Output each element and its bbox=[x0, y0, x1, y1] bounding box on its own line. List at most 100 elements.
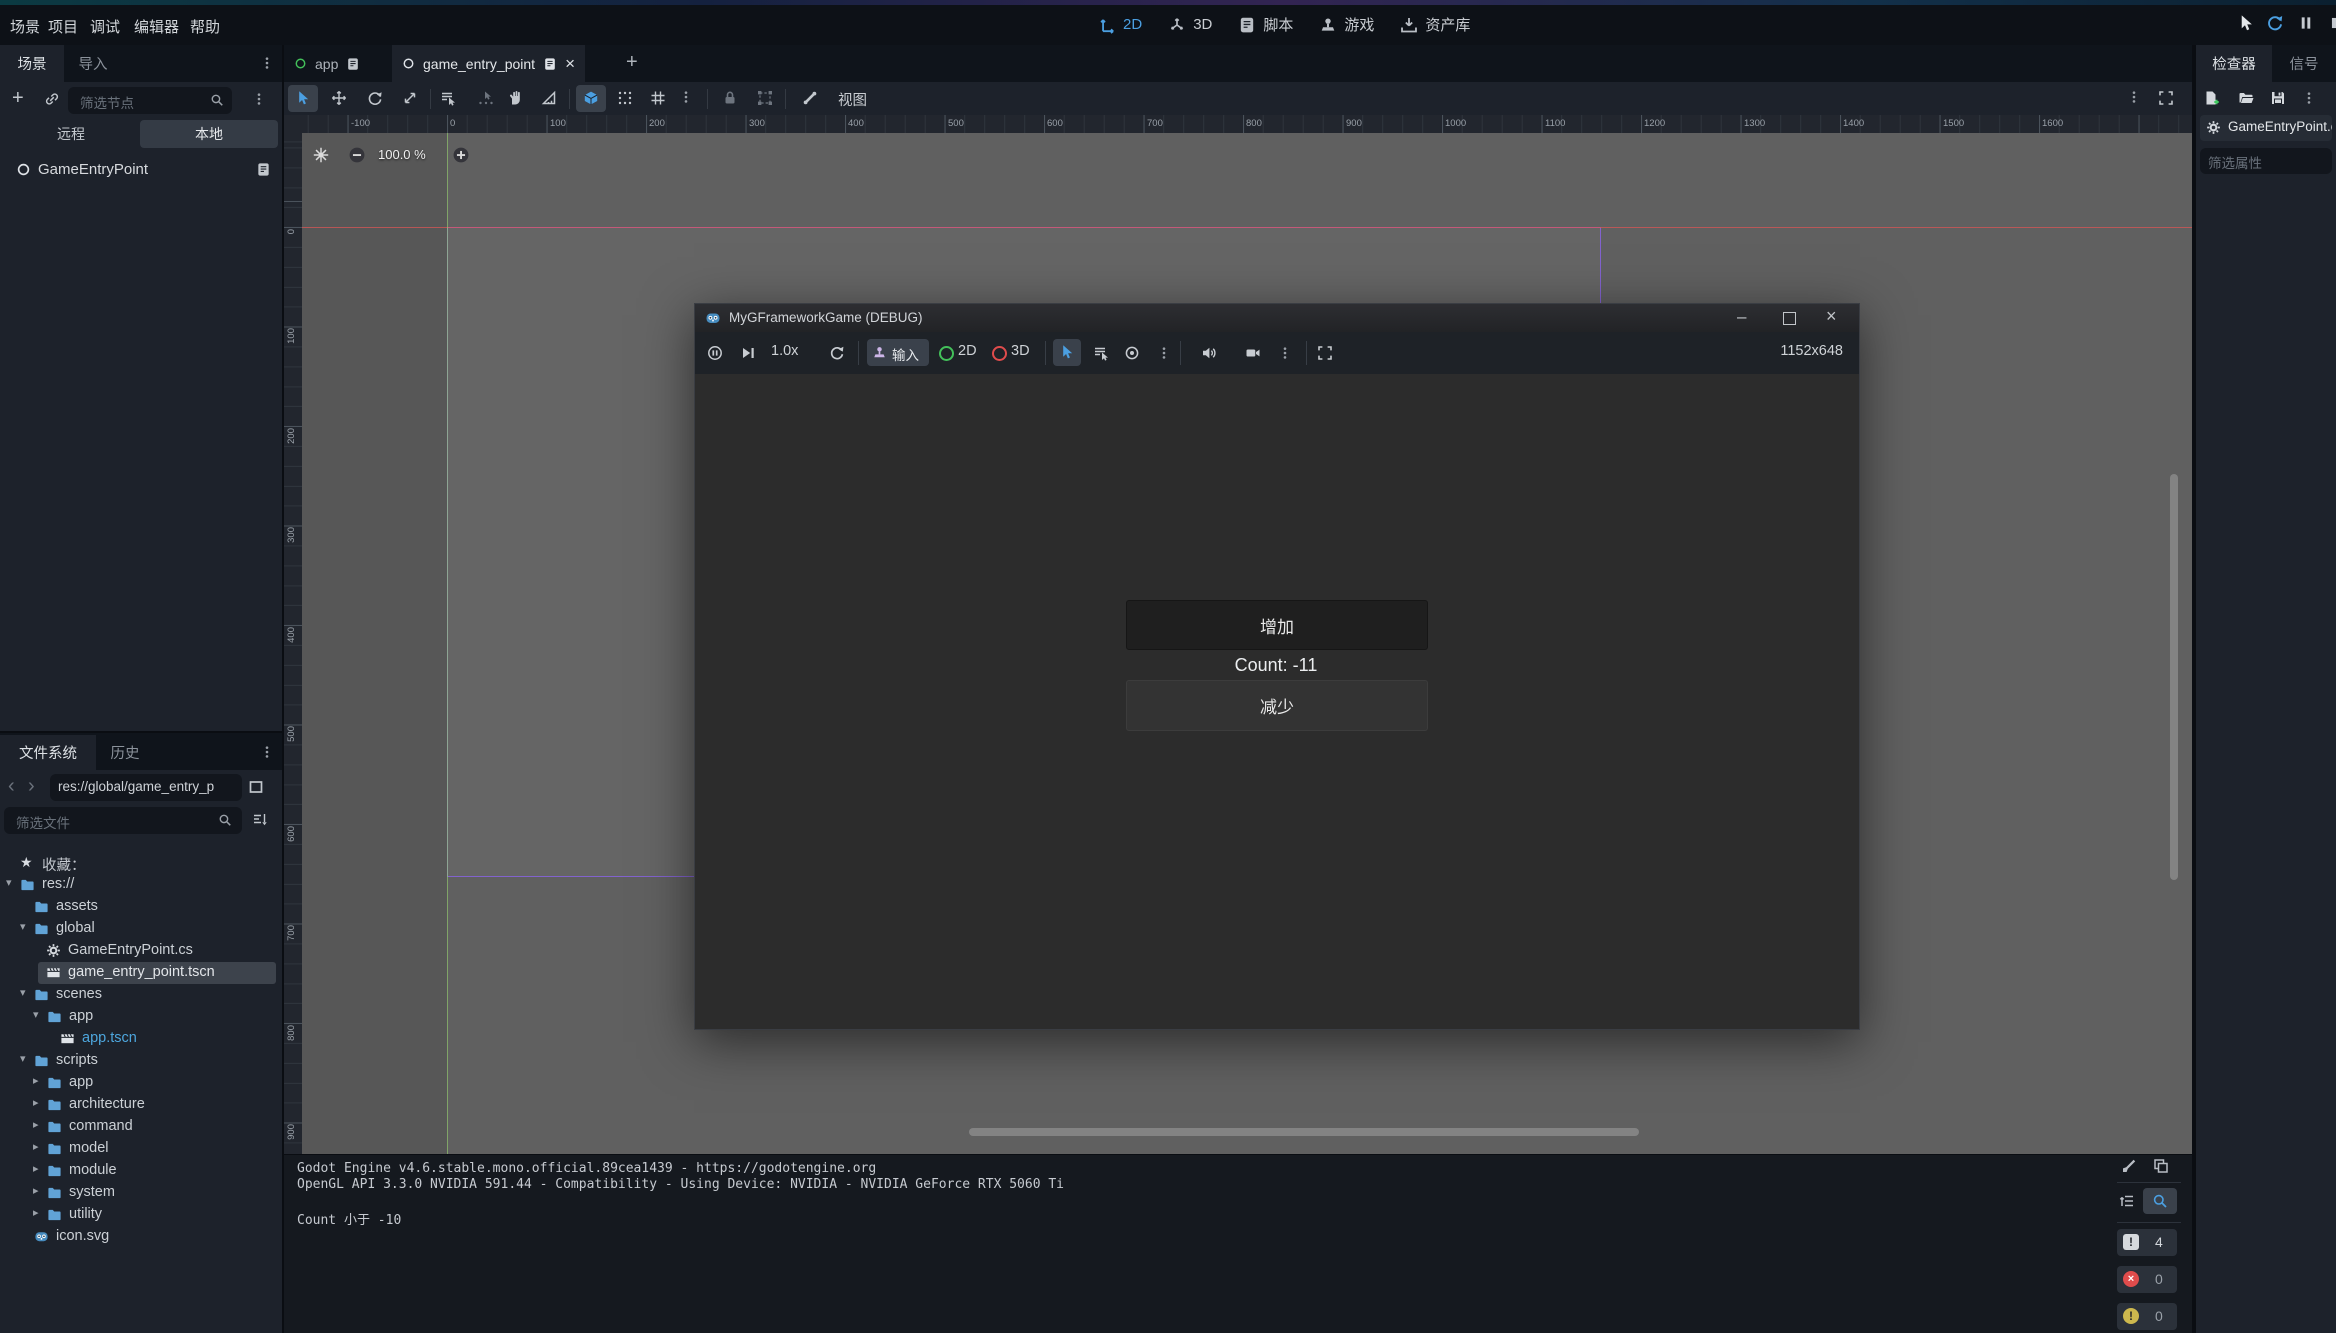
inspector-menu[interactable] bbox=[2302, 91, 2316, 105]
tree-row-module[interactable]: ▸ module bbox=[0, 1160, 282, 1182]
tree-row-scripts[interactable]: ▾ scripts bbox=[0, 1050, 282, 1072]
copy-output-button[interactable] bbox=[2153, 1158, 2169, 1174]
tree-row-assets[interactable]: assets bbox=[0, 896, 282, 918]
canvas-toolbar-menu[interactable] bbox=[2127, 90, 2141, 104]
workspace-game[interactable]: 游戏 bbox=[1319, 14, 1374, 35]
ruler-tool-button[interactable] bbox=[541, 90, 557, 106]
rotate-tool-button[interactable] bbox=[367, 90, 383, 106]
warnings-count-badge[interactable]: ! 0 bbox=[2117, 1303, 2177, 1330]
tree-row-app-tscn[interactable]: app.tscn bbox=[0, 1028, 282, 1050]
tree-row-architecture[interactable]: ▸ architecture bbox=[0, 1094, 282, 1116]
minimize-button[interactable]: – bbox=[1737, 308, 1746, 325]
chevron-right-icon[interactable]: ▸ bbox=[33, 1184, 39, 1197]
skeleton-options-button[interactable] bbox=[802, 90, 818, 106]
search-output-button[interactable] bbox=[2143, 1188, 2177, 1214]
menu-help[interactable]: 帮助 bbox=[184, 12, 226, 41]
filter-files-input[interactable]: 筛选文件 bbox=[4, 807, 242, 834]
workspace-3d[interactable]: 3D bbox=[1168, 14, 1212, 35]
horizontal-scrollbar[interactable] bbox=[969, 1128, 1639, 1136]
canvas-2d[interactable]: 100.0 % MyGFrameworkGame (DEBUG) – × 1.0… bbox=[302, 133, 2192, 1154]
chevron-right-icon[interactable]: ▸ bbox=[33, 1074, 39, 1087]
script-icon[interactable] bbox=[346, 57, 360, 71]
increase-button[interactable]: 增加 bbox=[1126, 600, 1428, 650]
maximize-button[interactable] bbox=[1783, 312, 1796, 325]
zoom-reset-button[interactable]: 100.0 % bbox=[378, 147, 426, 162]
filesystem-dock-menu[interactable] bbox=[260, 745, 274, 759]
move-tool-button[interactable] bbox=[331, 90, 347, 106]
close-button[interactable]: × bbox=[1826, 307, 1837, 325]
chevron-down-icon[interactable]: ▾ bbox=[6, 876, 12, 889]
next-frame-button[interactable] bbox=[740, 345, 756, 361]
right-dock-divider[interactable] bbox=[2192, 45, 2196, 1333]
file-sort-button[interactable] bbox=[252, 811, 268, 827]
scene-tab-app[interactable]: app bbox=[284, 45, 370, 82]
favorites-row[interactable]: ★ 收藏： bbox=[0, 852, 282, 874]
group-object-button[interactable] bbox=[757, 90, 773, 106]
lock-object-button[interactable] bbox=[722, 90, 738, 106]
scene-tree-root-row[interactable]: GameEntryPoint bbox=[0, 158, 282, 184]
list-select-tool-button[interactable] bbox=[440, 90, 456, 106]
chevron-down-icon[interactable]: ▾ bbox=[20, 1052, 26, 1065]
center-view-icon[interactable] bbox=[312, 146, 330, 164]
remote-toggle-button[interactable]: 远程 bbox=[4, 120, 138, 148]
movie-mode-button[interactable] bbox=[1245, 345, 1261, 361]
tree-row-utility[interactable]: ▸ utility bbox=[0, 1204, 282, 1226]
dock-tab-history[interactable]: 历史 bbox=[100, 735, 150, 770]
messages-count-badge[interactable]: ! 4 bbox=[2117, 1229, 2177, 1256]
chevron-right-icon[interactable]: ▸ bbox=[33, 1162, 39, 1175]
show-grid-button[interactable] bbox=[650, 90, 666, 106]
snap-options-menu[interactable] bbox=[679, 90, 693, 104]
new-resource-button[interactable] bbox=[2204, 90, 2220, 106]
tree-row-game-entry-point-tscn[interactable]: game_entry_point.tscn bbox=[0, 962, 282, 984]
dock-tab-signals[interactable]: 信号 bbox=[2280, 45, 2328, 82]
embed-fullscreen-button[interactable] bbox=[1317, 345, 1333, 361]
vertical-scrollbar[interactable] bbox=[2170, 474, 2178, 880]
chevron-down-icon[interactable]: ▾ bbox=[33, 1008, 39, 1021]
camera-override-button[interactable] bbox=[1124, 345, 1140, 361]
collapse-messages-button[interactable] bbox=[2119, 1193, 2135, 1209]
toggle-split-mode-button[interactable] bbox=[248, 779, 264, 795]
chevron-right-icon[interactable]: ▸ bbox=[33, 1096, 39, 1109]
menu-editor[interactable]: 编辑器 bbox=[128, 12, 185, 41]
dock-section-divider[interactable] bbox=[0, 731, 282, 733]
game-window-menu[interactable] bbox=[1278, 346, 1292, 360]
tree-row-scenes-app[interactable]: ▾ app bbox=[0, 1006, 282, 1028]
add-scene-tab-button[interactable]: + bbox=[626, 52, 638, 72]
pause-game-button[interactable] bbox=[2297, 14, 2315, 32]
tree-row-scenes[interactable]: ▾ scenes bbox=[0, 984, 282, 1006]
tab-overflow-menu[interactable] bbox=[260, 56, 274, 70]
output-panel-divider[interactable] bbox=[283, 1154, 2192, 1155]
clear-output-button[interactable] bbox=[2121, 1158, 2137, 1174]
game-window-titlebar[interactable]: MyGFrameworkGame (DEBUG) – × bbox=[695, 304, 1859, 332]
tree-row-res[interactable]: ▾ res:// bbox=[0, 874, 282, 896]
game-tool-menu[interactable] bbox=[1157, 346, 1171, 360]
edited-object-row[interactable]: GameEntryPoint.cs bbox=[2200, 115, 2332, 141]
chevron-down-icon[interactable]: ▾ bbox=[20, 920, 26, 933]
zoom-in-button[interactable] bbox=[452, 146, 470, 164]
errors-count-badge[interactable]: × 0 bbox=[2117, 1266, 2177, 1293]
chevron-right-icon[interactable]: ▸ bbox=[33, 1206, 39, 1219]
game-debug-window[interactable]: MyGFrameworkGame (DEBUG) – × 1.0x 输入 bbox=[694, 303, 1860, 1030]
dock-tab-filesystem[interactable]: 文件系统 bbox=[0, 735, 96, 770]
select-tool-button[interactable] bbox=[288, 85, 318, 112]
chevron-right-icon[interactable]: ▸ bbox=[33, 1140, 39, 1153]
add-node-button[interactable]: + bbox=[12, 88, 24, 108]
2d-mode-button[interactable]: 2D bbox=[958, 343, 977, 359]
restart-game-button[interactable] bbox=[2266, 14, 2284, 32]
tree-row-system[interactable]: ▸ system bbox=[0, 1182, 282, 1204]
suspend-button[interactable] bbox=[707, 345, 723, 361]
game-select-tool-button[interactable] bbox=[1053, 339, 1081, 366]
tree-row-model[interactable]: ▸ model bbox=[0, 1138, 282, 1160]
speed-selector[interactable]: 1.0x bbox=[771, 343, 798, 359]
tree-row-icon-svg[interactable]: icon.svg bbox=[0, 1226, 282, 1248]
close-tab-icon[interactable]: × bbox=[565, 55, 575, 72]
filter-nodes-input[interactable]: 筛选节点 bbox=[68, 87, 232, 114]
dock-tab-scene[interactable]: 场景 bbox=[0, 45, 64, 82]
3d-mode-button[interactable]: 3D bbox=[1011, 343, 1030, 359]
input-mode-button[interactable]: 输入 bbox=[867, 339, 929, 366]
workspace-assetlib[interactable]: 资产库 bbox=[1400, 14, 1470, 35]
menu-project[interactable]: 项目 bbox=[42, 12, 84, 41]
menu-scene[interactable]: 场景 bbox=[4, 12, 46, 41]
smart-snap-button[interactable] bbox=[576, 85, 606, 112]
workspace-2d[interactable]: 2D bbox=[1098, 14, 1142, 35]
